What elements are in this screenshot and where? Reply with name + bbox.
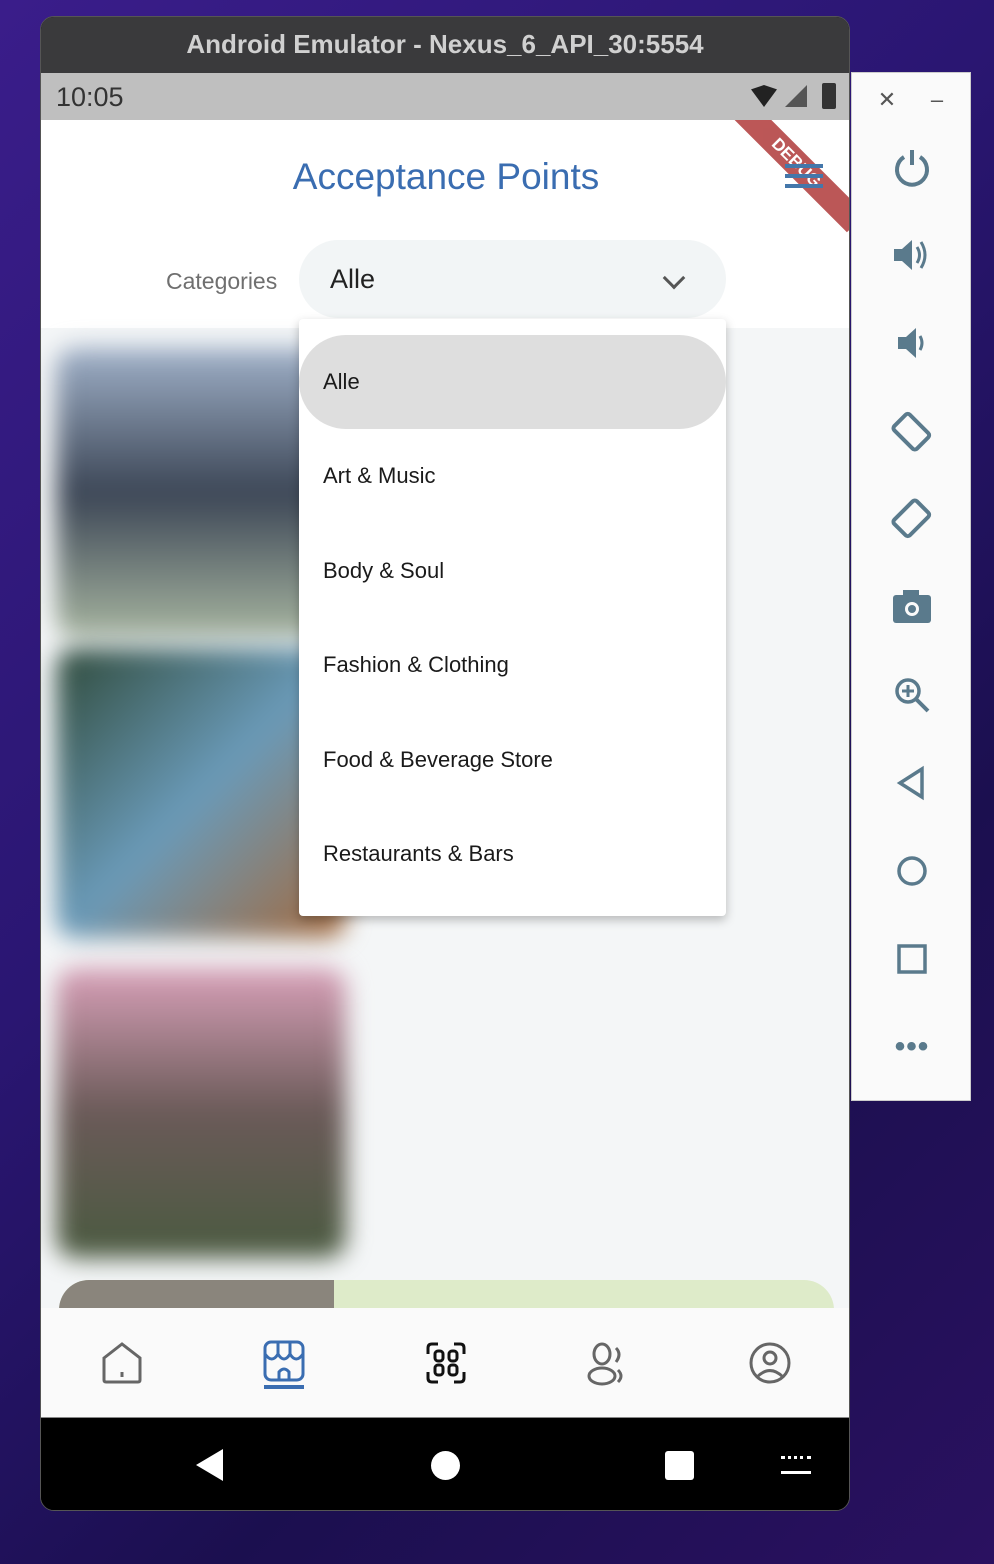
dropdown-option[interactable]: Fashion & Clothing: [299, 618, 726, 713]
back-icon[interactable]: [890, 761, 934, 805]
home-icon[interactable]: [100, 1340, 144, 1386]
dropdown-option[interactable]: Body & Soul: [299, 524, 726, 619]
rotate-left-icon[interactable]: [890, 409, 934, 453]
store-icon[interactable]: [262, 1340, 306, 1389]
minimize-icon[interactable]: –: [922, 85, 952, 115]
overview-icon[interactable]: [890, 937, 934, 981]
dropdown-option[interactable]: Food & Beverage Store: [299, 713, 726, 808]
category-select-value: Alle: [330, 264, 376, 294]
page-title: Acceptance Points: [292, 156, 600, 197]
back-button[interactable]: [196, 1449, 223, 1481]
bottom-nav: [41, 1308, 849, 1418]
signal-icon: [785, 85, 807, 107]
category-select[interactable]: Alle: [299, 240, 726, 318]
overview-button[interactable]: [665, 1451, 694, 1480]
home-circle-icon[interactable]: [890, 849, 934, 893]
status-bar: 10:05: [41, 73, 849, 120]
battery-icon: [822, 83, 836, 109]
rotate-right-icon[interactable]: [890, 497, 934, 541]
chevron-down-icon: [662, 266, 686, 290]
status-time: 10:05: [56, 82, 124, 112]
keyboard-icon[interactable]: [781, 1456, 811, 1474]
emulator-side-toolbar: ✕ – •••: [851, 72, 971, 1101]
hamburger-menu-icon[interactable]: [785, 164, 823, 188]
home-button[interactable]: [431, 1451, 460, 1480]
window-title: Android Emulator - Nexus_6_API_30:5554: [41, 17, 849, 73]
categories-label: Categories: [166, 268, 278, 294]
qr-scan-icon[interactable]: [424, 1340, 468, 1386]
volume-down-icon[interactable]: [890, 321, 934, 365]
dropdown-option[interactable]: Restaurants & Bars: [299, 807, 726, 902]
camera-icon[interactable]: [890, 585, 934, 629]
category-dropdown: Alle Art & Music Body & Soul Fashion & C…: [299, 319, 726, 916]
emulator-window: Android Emulator - Nexus_6_API_30:5554 1…: [40, 16, 850, 1511]
people-icon[interactable]: [586, 1340, 630, 1386]
dropdown-option[interactable]: Art & Music: [299, 429, 726, 524]
system-nav-bar: [41, 1418, 849, 1510]
wifi-icon: [751, 85, 777, 107]
app-screen: DEBUG Acceptance Points Categories Alle …: [41, 120, 849, 1418]
power-icon[interactable]: [890, 145, 934, 189]
close-icon[interactable]: ✕: [872, 85, 902, 115]
dropdown-option[interactable]: Alle: [299, 335, 726, 429]
zoom-icon[interactable]: [890, 673, 934, 717]
more-icon[interactable]: •••: [890, 1025, 934, 1069]
volume-up-icon[interactable]: [890, 233, 934, 277]
profile-icon[interactable]: [748, 1340, 792, 1386]
